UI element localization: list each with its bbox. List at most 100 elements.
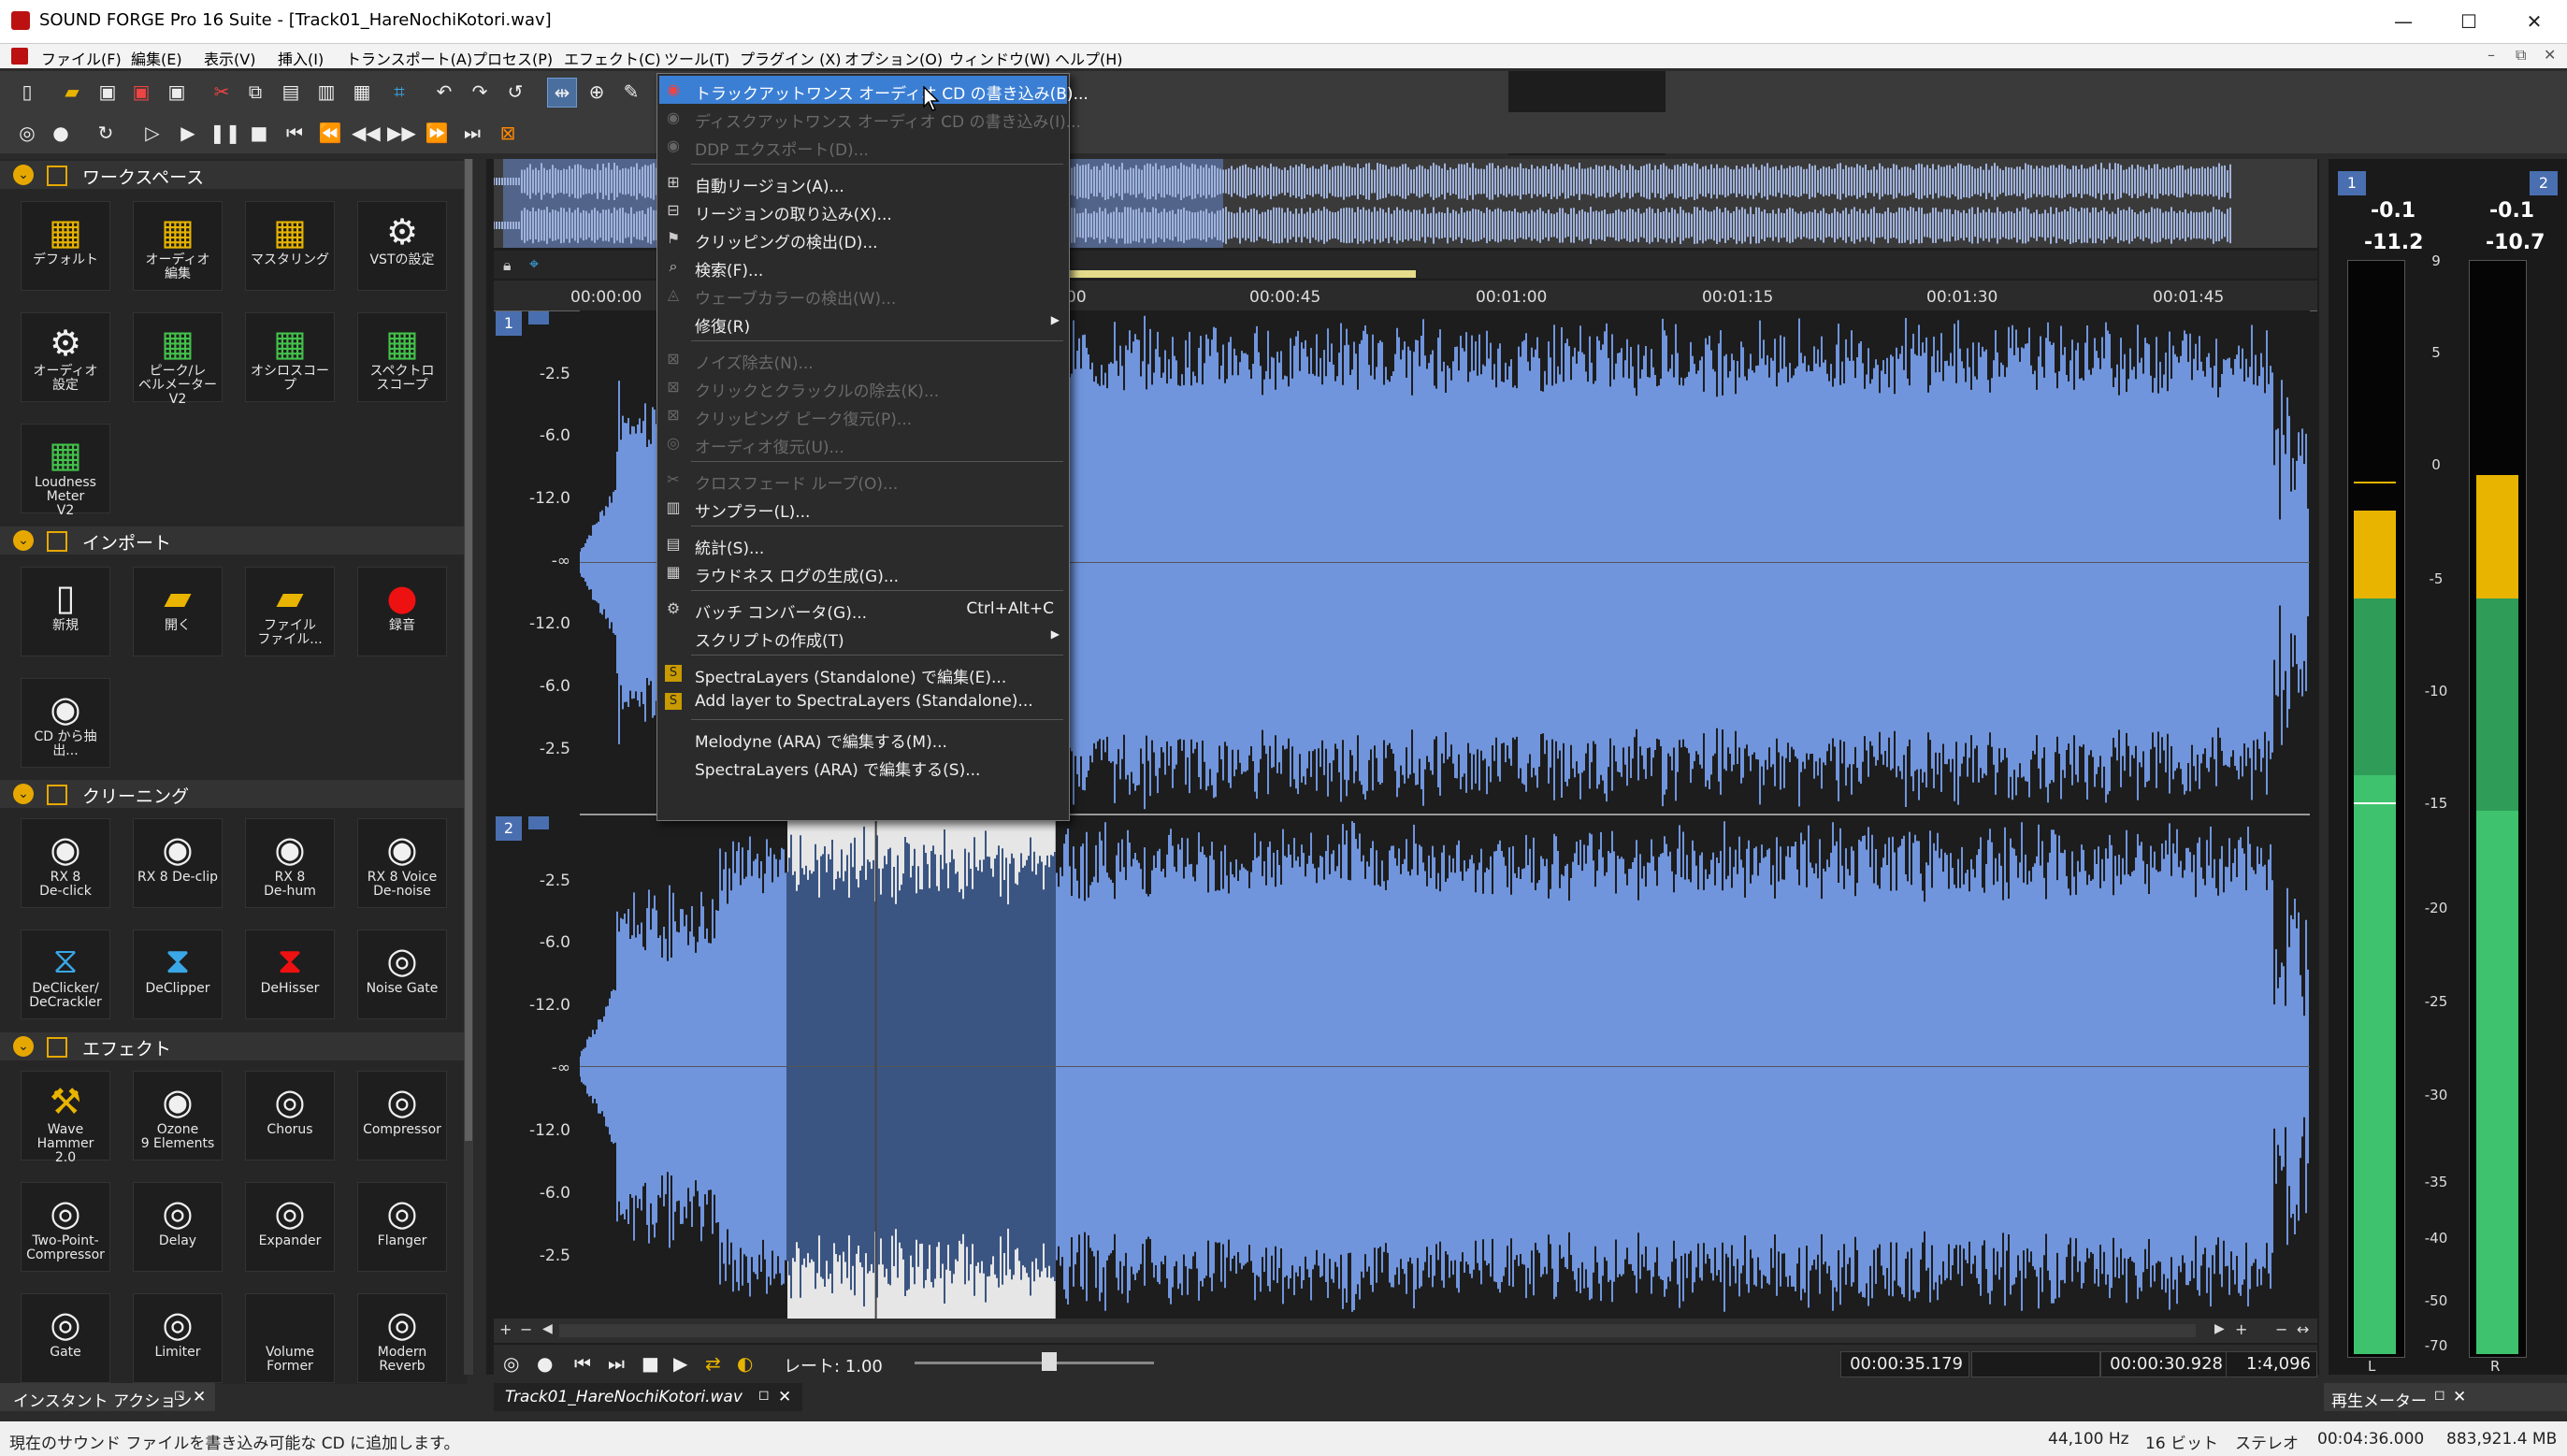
save-as-icon[interactable]: ▣: [127, 78, 155, 106]
tools-menu-item[interactable]: ▤ 統計(S)...: [659, 530, 1067, 559]
menu-window[interactable]: ウィンドウ(W): [949, 47, 1050, 69]
tools-menu-item[interactable]: Melodyne (ARA) で編集する(M)...: [659, 724, 1067, 752]
pencil-tool-icon[interactable]: ✎: [617, 78, 645, 106]
dock-icon[interactable]: ◻: [2434, 1388, 2445, 1403]
trim-icon[interactable]: ▦: [348, 78, 376, 106]
section-cleaning[interactable]: ⌄ クリーニング: [0, 780, 464, 808]
go-start-icon[interactable]: ⏮: [281, 119, 309, 147]
menu-help[interactable]: ヘルプ(H): [1055, 47, 1123, 69]
next-icon[interactable]: ⏩: [423, 119, 451, 147]
zoom-ratio[interactable]: 1:4,096: [2226, 1351, 2317, 1377]
scroll-right-icon[interactable]: ▶: [2214, 1321, 2225, 1336]
record-settings-icon[interactable]: ◎: [503, 1352, 519, 1375]
mdi-restore-button[interactable]: ⧉: [2516, 46, 2526, 65]
tile-delay[interactable]: ◎ Delay: [133, 1182, 223, 1272]
dock-icon[interactable]: ◻: [758, 1388, 770, 1403]
selection-marker[interactable]: [1051, 270, 1416, 278]
close-icon[interactable]: ✕: [193, 1388, 206, 1406]
repeat-icon[interactable]: ↺: [501, 78, 529, 106]
tools-menu-item[interactable]: ⊞ 自動リージョン(A)...: [659, 168, 1067, 197]
tools-menu-item[interactable]: ▥ サンプラー(L)...: [659, 494, 1067, 523]
tile-compressor[interactable]: ◎ Compressor: [357, 1071, 447, 1160]
tools-menu-item[interactable]: ▦ ラウドネス ログの生成(G)...: [659, 558, 1067, 587]
record-settings-icon[interactable]: ◎: [13, 119, 41, 147]
record-icon[interactable]: ●: [537, 1352, 553, 1375]
menu-file[interactable]: ファイル(F): [41, 47, 122, 69]
tile-flanger[interactable]: ◎ Flanger: [357, 1182, 447, 1272]
tile-file-search[interactable]: ▰ ファイル ファイル...: [245, 567, 335, 656]
record-icon[interactable]: ●: [47, 119, 75, 147]
menu-effects[interactable]: エフェクト(C): [564, 47, 661, 69]
section-import[interactable]: ⌄ インポート: [0, 526, 464, 555]
tile-wave-hammer[interactable]: ⚒ Wave Hammer 2.0: [21, 1071, 110, 1165]
tile-rx-declip[interactable]: ◉ RX 8 De-clip: [133, 818, 223, 908]
tile-limiter[interactable]: ◎ Limiter: [133, 1293, 223, 1383]
tile-gate[interactable]: ◎ Gate: [21, 1293, 110, 1383]
new-icon[interactable]: ▯: [13, 78, 41, 106]
section-workspace[interactable]: ⌄ ワークスペース: [0, 161, 464, 189]
tile-new[interactable]: ▯ 新規: [21, 567, 110, 656]
cut-icon[interactable]: ✂: [208, 78, 236, 106]
tile-oscilloscope[interactable]: ▦ オシロスコープ: [245, 312, 335, 402]
open-icon[interactable]: ▰: [58, 78, 86, 106]
tile-volume-former[interactable]: Volume Former: [245, 1293, 335, 1383]
tools-menu-item[interactable]: ◉ トラックアットワンス オーディオ CD の書き込み(B)...: [659, 76, 1089, 104]
scrub-icon[interactable]: ⊠: [494, 119, 522, 147]
copy-icon[interactable]: ⧉: [241, 78, 269, 106]
go-end-icon[interactable]: ⏭: [608, 1352, 625, 1375]
tile-rx-dehum[interactable]: ◉ RX 8 De-hum: [245, 818, 335, 908]
menu-transport[interactable]: トランスポート(A): [346, 47, 472, 69]
tile-rx-declick[interactable]: ◉ RX 8 De-click: [21, 818, 110, 908]
menu-edit[interactable]: 編集(E): [131, 47, 182, 69]
tools-menu-item[interactable]: SpectraLayers (ARA) で編集する(S)...: [659, 752, 1067, 780]
stop-icon[interactable]: ■: [642, 1352, 659, 1375]
menu-plugins[interactable]: プラグイン (X): [740, 47, 842, 69]
chevron-down-icon[interactable]: ⌄: [13, 165, 34, 185]
rewind-icon[interactable]: ◀◀: [352, 119, 381, 147]
play-icon[interactable]: ▶: [174, 119, 202, 147]
menu-process[interactable]: プロセス(P): [472, 47, 553, 69]
edit-tool-icon[interactable]: ⇹: [547, 78, 577, 108]
dock-icon[interactable]: ◻: [174, 1388, 185, 1403]
tile-two-point-compressor[interactable]: ◎ Two-Point- Compressor: [21, 1182, 110, 1272]
selection-length[interactable]: 00:00:30.928: [2100, 1351, 2229, 1377]
tools-menu-item[interactable]: ⌕ 検索(F)...: [659, 252, 1067, 281]
menu-tools[interactable]: ツール(T): [664, 47, 729, 69]
tools-menu-item[interactable]: S SpectraLayers (Standalone) で編集(E)...: [659, 659, 1067, 687]
tile-declipper[interactable]: ⧗ DeClipper: [133, 930, 223, 1019]
go-end-icon[interactable]: ⏭: [458, 119, 486, 147]
zoom-in-icon[interactable]: +: [499, 1320, 512, 1338]
redo-icon[interactable]: ↷: [466, 78, 494, 106]
play-icon[interactable]: ▶: [673, 1352, 687, 1375]
mix-icon[interactable]: ▥: [312, 78, 340, 106]
mdi-minimize-button[interactable]: –: [2488, 46, 2495, 64]
zoom-fit-icon[interactable]: ↔: [2297, 1320, 2309, 1338]
rate-slider-thumb[interactable]: [1042, 1352, 1057, 1371]
tile-audio-settings[interactable]: ⚙ オーディオ 設定: [21, 312, 110, 402]
mdi-close-button[interactable]: ✕: [2544, 46, 2556, 64]
magnify-tool-icon[interactable]: ⊕: [583, 78, 611, 106]
document-tab[interactable]: Track01_HareNochiKotori.wav ◻ ✕: [494, 1383, 802, 1411]
play-all-icon[interactable]: ▷: [138, 119, 166, 147]
crop-icon[interactable]: ⌗: [385, 78, 413, 106]
empty-time-box[interactable]: [1971, 1351, 2100, 1377]
scrub-icon[interactable]: ◐: [737, 1352, 753, 1375]
maximize-button[interactable]: ☐: [2436, 7, 2502, 36]
loop-icon[interactable]: ↻: [92, 119, 120, 147]
tile-vst-settings[interactable]: ⚙ VSTの設定: [357, 201, 447, 291]
tile-noise-gate[interactable]: ◎ Noise Gate: [357, 930, 447, 1019]
tools-menu-item[interactable]: ⚑ クリッピングの検出(D)...: [659, 224, 1067, 253]
zoom-in-icon[interactable]: +: [2235, 1320, 2247, 1338]
paste-icon[interactable]: ▤: [277, 78, 305, 106]
save-all-icon[interactable]: ▣: [163, 78, 191, 106]
chevron-down-icon[interactable]: ⌄: [13, 784, 34, 804]
stop-icon[interactable]: ■: [245, 119, 273, 147]
zoom-out-icon[interactable]: −: [2275, 1320, 2287, 1338]
tools-menu-item[interactable]: S Add layer to SpectraLayers (Standalone)…: [659, 687, 1067, 715]
channel-2-label[interactable]: 2: [496, 816, 522, 841]
zoom-out-icon[interactable]: −: [520, 1320, 532, 1338]
scrollbar-thumb[interactable]: [559, 1324, 2196, 1337]
tile-peak-meter[interactable]: ▦ ピーク/レ ベルメーター V2: [133, 312, 223, 407]
tile-modern-reverb[interactable]: ◎ Modern Reverb: [357, 1293, 447, 1383]
tile-record[interactable]: ● 録音: [357, 567, 447, 656]
